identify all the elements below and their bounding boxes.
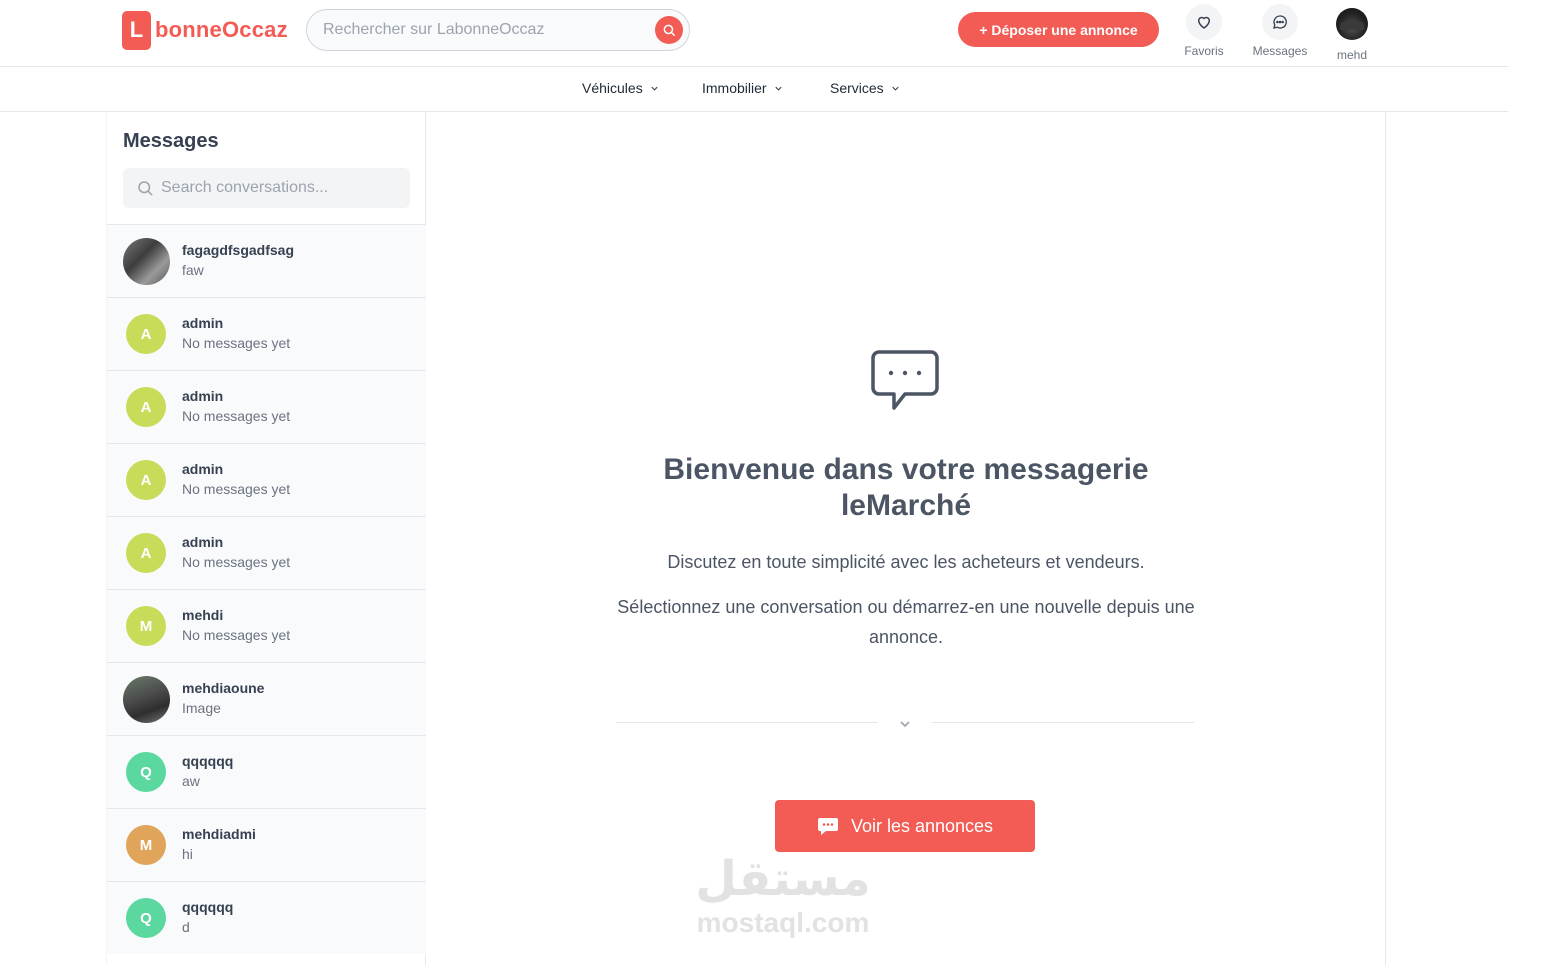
conversation-item[interactable]: Q qqqqqq aw [107,735,426,808]
contact-name: mehdiaoune [182,680,265,696]
search-icon [663,24,676,37]
conversation-item[interactable]: A admin No messages yet [107,443,426,516]
comment-icon [817,818,838,835]
messages-icon-wrap [1262,4,1298,40]
watermark: مستقل mostaql.com [688,852,878,938]
chevron-down-icon [774,86,782,91]
message-preview: No messages yet [182,481,291,497]
contact-name: admin [182,461,224,477]
welcome-subtitle: Discutez en toute simplicité avec les ac… [667,552,1145,572]
search-icon [138,181,153,196]
category-nav: Véhicules Immobilier Services [0,67,1508,112]
contact-name: qqqqqq [182,753,234,769]
conversation-list: fagagdfsgadfsag faw A admin No messages … [107,224,426,954]
contact-name: admin [182,315,224,331]
messages-link[interactable]: Messages [1245,4,1315,58]
sidebar-title: Messages [123,130,219,152]
message-preview: d [182,919,190,935]
chevron-down-icon [651,86,658,91]
favorites-link[interactable]: Favoris [1169,4,1239,58]
contact-name: mehdi [182,607,224,623]
conversation-item[interactable]: A admin No messages yet [107,370,426,443]
view-listings-button[interactable]: Voir les annonces [775,800,1035,852]
contact-avatar [123,238,170,285]
heart-icon [1198,16,1210,29]
message-preview: No messages yet [182,627,291,643]
contact-avatar [123,676,170,723]
conversation-search-input[interactable] [161,178,401,198]
contact-avatar: A [126,314,166,354]
conversation-item[interactable]: M mehdi No messages yet [107,589,426,662]
contact-avatar: A [126,387,166,427]
chevron-down-icon [892,86,899,91]
section-divider [616,721,1194,728]
conversation-item[interactable]: A admin No messages yet [107,516,426,589]
contact-name: admin [182,534,224,550]
message-preview: hi [182,846,193,862]
message-preview: aw [182,773,200,789]
message-preview: No messages yet [182,408,291,424]
user-label: mehd [1336,48,1368,62]
view-listings-label: Voir les annonces [850,815,994,836]
post-ad-button[interactable]: + Déposer une annonce [958,12,1159,47]
welcome-instructions: Sélectionnez une conversation ou démarre… [617,597,1195,647]
welcome-title: Bienvenue dans votre messagerie leMarché [663,453,1149,522]
messages-empty-state: Bienvenue dans votre messagerie leMarché… [426,112,1386,965]
logo-badge: L [122,10,151,50]
contact-avatar: Q [126,898,166,938]
global-search-input[interactable] [323,20,643,40]
chat-bubble-icon [1273,15,1287,29]
nav-item-immobilier[interactable]: Immobilier [702,80,784,96]
contact-avatar: A [126,533,166,573]
message-preview: No messages yet [182,554,291,570]
conversation-item[interactable]: mehdiaoune Image [107,662,426,735]
chat-bubble-icon [871,350,939,410]
conversation-item[interactable]: fagagdfsgadfsag faw [107,224,426,297]
messages-label: Messages [1252,44,1308,58]
user-menu[interactable]: mehd [1317,4,1387,62]
divider-line [932,722,1194,723]
conversations-sidebar: Messages fagagdfsgadfsag faw A admin No … [106,112,426,965]
user-avatar [1336,8,1368,40]
nav-label: Immobilier [702,80,767,96]
watermark-latin: mostaql.com [696,907,870,938]
site-logo[interactable]: L bonneOccaz [122,10,288,50]
watermark-arabic: مستقل [695,853,871,906]
logo-text: bonneOccaz [155,17,288,42]
global-search [306,9,690,51]
conversation-search [123,168,410,208]
message-preview: Image [182,700,221,716]
nav-item-services[interactable]: Services [830,80,901,96]
contact-name: admin [182,388,224,404]
contact-name: qqqqqq [182,899,234,915]
search-button[interactable] [655,16,683,44]
conversation-item[interactable]: M mehdiadmi hi [107,808,426,881]
message-preview: No messages yet [182,335,291,351]
conversation-item[interactable]: A admin No messages yet [107,297,426,370]
nav-item-vehicules[interactable]: Véhicules [582,80,660,96]
contact-name: mehdiadmi [182,826,256,842]
contact-name: fagagdfsgadfsag [182,242,295,258]
message-preview: faw [182,262,204,278]
nav-label: Véhicules [582,80,643,96]
favorites-label: Favoris [1184,44,1224,58]
divider-line [616,722,878,723]
contact-avatar: Q [126,752,166,792]
favorites-icon-wrap [1186,4,1222,40]
chevron-down-icon [900,721,910,728]
contact-avatar: A [126,460,166,500]
top-header: L bonneOccaz + Déposer une annonce Favor… [0,0,1508,67]
contact-avatar: M [126,606,166,646]
contact-avatar: M [126,825,166,865]
nav-label: Services [830,80,884,96]
conversation-item[interactable]: Q qqqqqq d [107,881,426,954]
